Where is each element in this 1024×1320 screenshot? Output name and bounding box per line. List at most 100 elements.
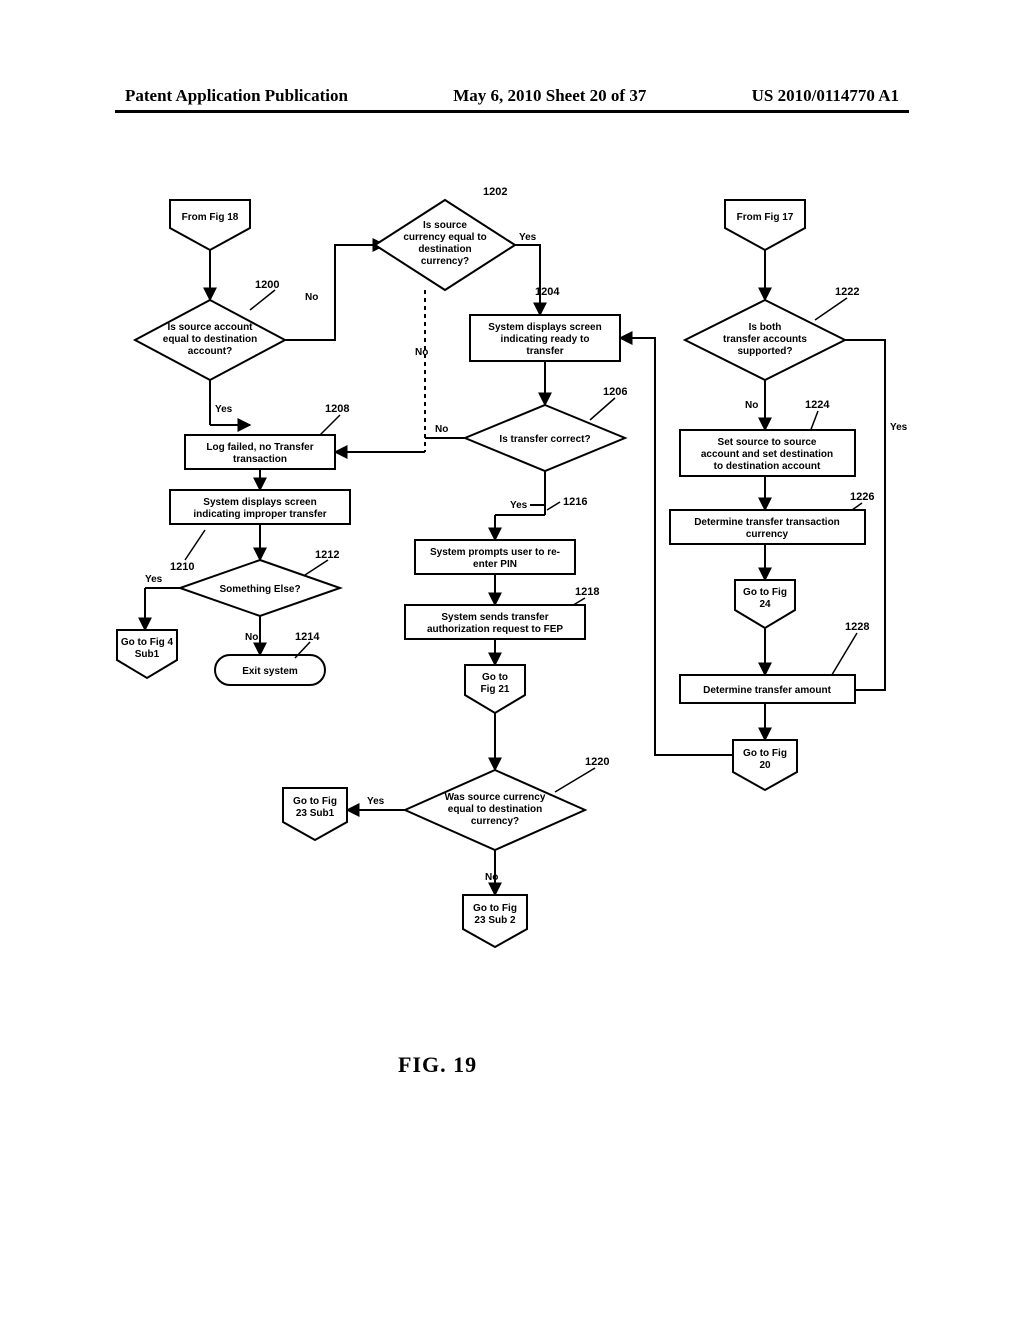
svg-text:Log failed, no Transfer: Log failed, no Transfer [206,442,313,453]
svg-text:Determine transfer amount: Determine transfer amount [703,685,831,696]
svg-text:authorization request to FEP: authorization request to FEP [427,624,563,635]
svg-text:Is source: Is source [423,220,467,231]
offpage-go-fig4-sub1: Go to Fig 4 Sub1 [117,630,177,678]
process-1218: System sends transfer authorization requ… [405,605,585,639]
svg-text:Go to Fig: Go to Fig [743,748,787,759]
page: Patent Application Publication May 6, 20… [0,0,1024,1320]
svg-text:System displays screen: System displays screen [203,497,316,508]
svg-text:currency equal to: currency equal to [403,232,486,243]
ref-1214: 1214 [295,631,320,643]
ref-1212: 1212 [315,549,339,561]
flowchart: From Fig 18 Is source account equal to d… [115,180,915,1040]
svg-text:account and set destination: account and set destination [701,449,833,460]
svg-text:transaction: transaction [233,454,287,465]
decision-1222: Is both transfer accounts supported? [685,300,845,380]
process-1208: Log failed, no Transfer transaction [185,435,335,469]
svg-text:currency?: currency? [471,816,519,827]
svg-text:No: No [245,632,258,643]
header-left: Patent Application Publication [125,86,348,106]
svg-text:24: 24 [759,599,771,610]
svg-text:From Fig 17: From Fig 17 [737,212,794,223]
svg-text:Is both: Is both [749,322,782,333]
svg-text:equal to destination: equal to destination [163,334,257,345]
decision-1206: Is transfer correct? [465,405,625,471]
svg-text:Go to Fig 4: Go to Fig 4 [121,637,174,648]
ref-1226: 1226 [850,491,874,503]
svg-text:Was source currency: Was source currency [445,792,546,803]
decision-1202: Is source currency equal to destination … [375,200,515,290]
ref-1218: 1218 [575,586,599,598]
svg-text:Something Else?: Something Else? [219,584,300,595]
decision-1200: Is source account equal to destination a… [135,300,285,380]
offpage-go-fig23-sub2: Go to Fig 23 Sub 2 [463,895,527,947]
ref-1228: 1228 [845,621,869,633]
page-header: Patent Application Publication May 6, 20… [0,86,1024,106]
svg-text:equal to destination: equal to destination [448,804,542,815]
svg-text:Go to Fig: Go to Fig [743,587,787,598]
ref-1202: 1202 [483,186,507,198]
ref-1204: 1204 [535,286,560,298]
process-1210: System displays screen indicating improp… [170,490,350,524]
ref-1206: 1206 [603,386,627,398]
svg-text:No: No [745,400,758,411]
svg-text:currency: currency [746,529,789,540]
svg-text:No: No [305,292,318,303]
svg-text:Yes: Yes [519,232,537,243]
svg-text:No: No [485,872,498,883]
svg-text:Go to Fig: Go to Fig [293,796,337,807]
svg-text:to destination account: to destination account [714,461,821,472]
svg-text:From Fig 18: From Fig 18 [182,212,239,223]
svg-text:Go to Fig: Go to Fig [473,903,517,914]
svg-text:Yes: Yes [367,796,385,807]
svg-text:Sub1: Sub1 [135,649,160,660]
svg-text:Exit system: Exit system [242,666,298,677]
ref-1222: 1222 [835,286,859,298]
header-rule [115,110,909,113]
offpage-go-fig21: Go to Fig 21 [465,665,525,713]
svg-text:System sends transfer: System sends transfer [441,612,548,623]
svg-text:Yes: Yes [890,422,908,433]
svg-text:Yes: Yes [510,500,528,511]
process-1204: System displays screen indicating ready … [470,315,620,361]
svg-text:No: No [415,347,428,358]
svg-text:System displays screen: System displays screen [488,322,601,333]
offpage-from-fig17: From Fig 17 [725,200,805,250]
svg-text:Fig 21: Fig 21 [481,684,510,695]
ref-1220: 1220 [585,756,609,768]
svg-text:Go to: Go to [482,672,508,683]
process-1228: Determine transfer amount [680,675,855,703]
offpage-go-fig20: Go to Fig 20 [733,740,797,790]
svg-text:Yes: Yes [145,574,163,585]
terminator-exit: Exit system [215,655,325,685]
figure-caption: FIG. 19 [398,1052,477,1078]
ref-1200: 1200 [255,279,279,291]
svg-text:indicating ready to: indicating ready to [501,334,590,345]
ref-1224: 1224 [805,399,830,411]
header-right: US 2010/0114770 A1 [752,86,899,106]
offpage-go-fig24: Go to Fig 24 [735,580,795,628]
svg-text:System prompts user to re-: System prompts user to re- [430,547,560,558]
svg-text:enter PIN: enter PIN [473,559,517,570]
ref-1216: 1216 [563,496,587,508]
process-1224: Set source to source account and set des… [680,430,855,476]
svg-text:Determine transfer transaction: Determine transfer transaction [694,517,840,528]
svg-text:Yes: Yes [215,404,233,415]
ref-1210: 1210 [170,561,194,573]
svg-text:account?: account? [188,346,232,357]
svg-text:23 Sub 2: 23 Sub 2 [474,915,516,926]
svg-text:transfer: transfer [526,346,563,357]
svg-text:23 Sub1: 23 Sub1 [296,808,335,819]
offpage-go-fig23-sub1: Go to Fig 23 Sub1 [283,788,347,840]
offpage-from-fig18: From Fig 18 [170,200,250,250]
process-1216: System prompts user to re- enter PIN [415,540,575,574]
svg-text:Is transfer correct?: Is transfer correct? [499,434,590,445]
svg-text:indicating improper transfer: indicating improper transfer [193,509,326,520]
svg-text:Set source to source: Set source to source [718,437,817,448]
svg-text:destination: destination [418,244,471,255]
ref-1208: 1208 [325,403,349,415]
svg-text:20: 20 [759,760,771,771]
svg-text:supported?: supported? [738,346,793,357]
header-center: May 6, 2010 Sheet 20 of 37 [453,86,646,106]
svg-text:No: No [435,424,448,435]
svg-text:transfer accounts: transfer accounts [723,334,807,345]
